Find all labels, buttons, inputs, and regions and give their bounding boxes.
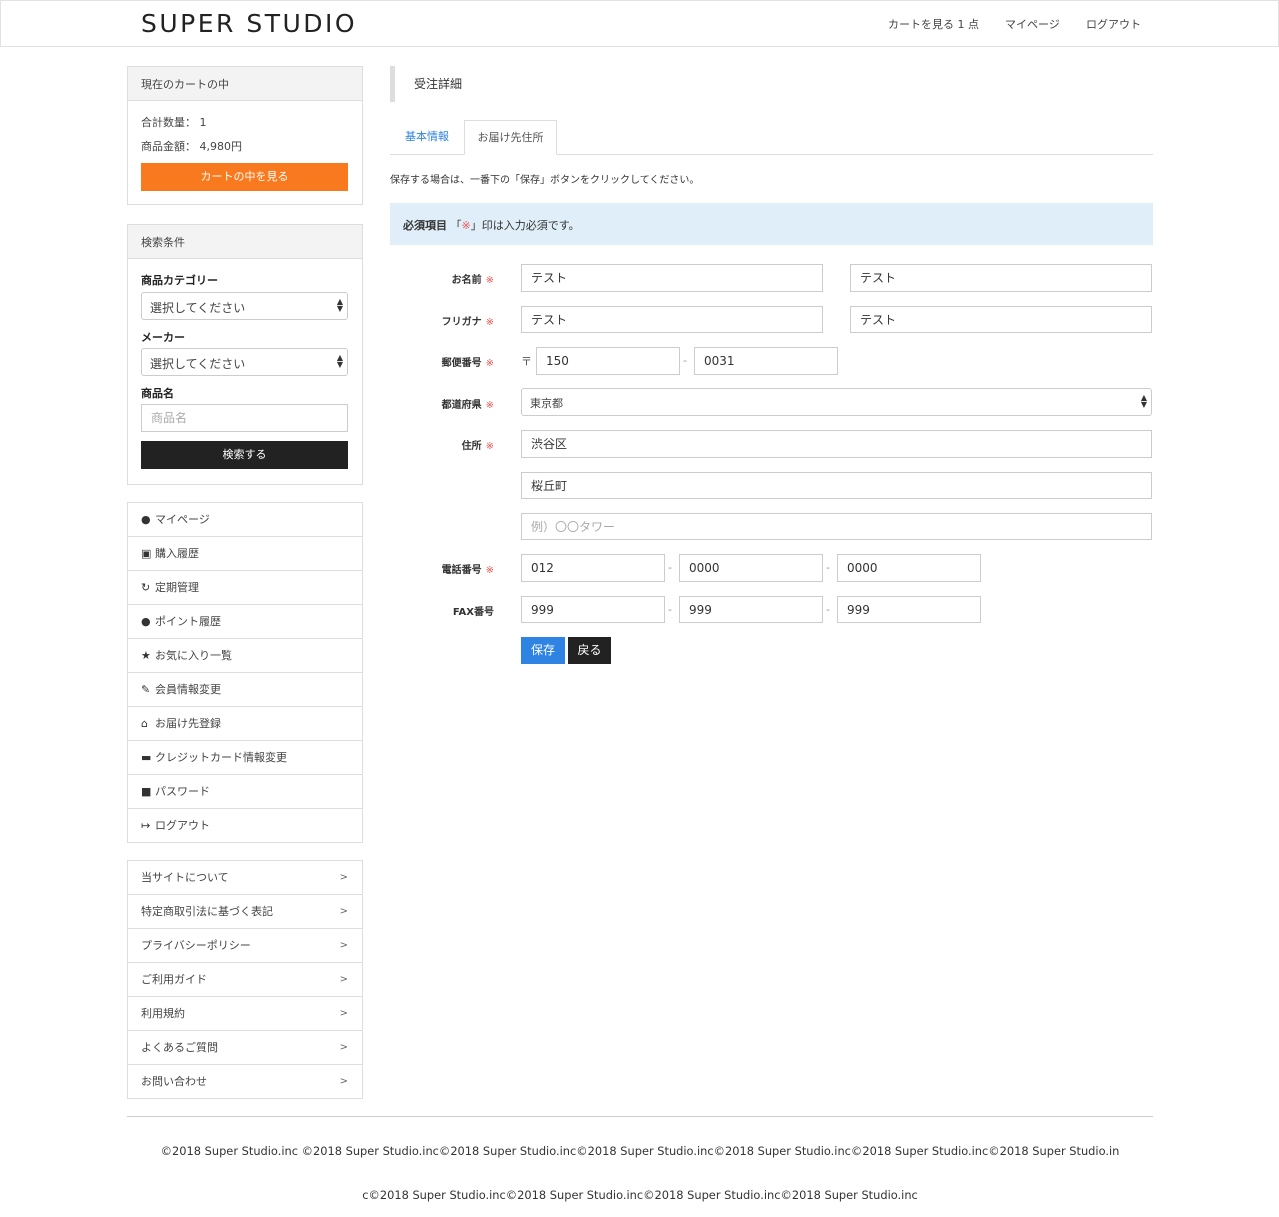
tel2-input[interactable]: 0000 (679, 554, 823, 582)
menu-item-member-info[interactable]: ✎ 会員情報変更 (128, 673, 362, 707)
required-notice: 必須項目 「※」印は入力必須です。 (390, 203, 1153, 245)
menu-item-purchase-history[interactable]: ▣ 購入履歴 (128, 537, 362, 571)
last-name-input[interactable]: テスト (521, 264, 823, 292)
footer-copyright: ©2018 Super Studio.inc ©2018 Super Studi… (160, 1144, 1120, 1202)
star-icon: ★ (141, 649, 151, 662)
first-name-input[interactable]: テスト (850, 264, 1152, 292)
menu-item-mypage[interactable]: ● マイページ (128, 503, 362, 537)
tab-basic-info[interactable]: 基本情報 (390, 120, 464, 154)
info-item-contact[interactable]: お問い合わせ > (128, 1065, 362, 1099)
zip-separator: - (683, 354, 687, 367)
tel-separator: - (826, 561, 830, 574)
menu-item-subscription[interactable]: ↻ 定期管理 (128, 571, 362, 605)
home-icon: ⌂ (141, 717, 148, 730)
search-button[interactable]: 検索する (141, 441, 348, 469)
info-item-guide[interactable]: ご利用ガイド > (128, 963, 362, 997)
cart-link[interactable]: カートを見る 1 点 (888, 16, 979, 32)
category-select[interactable]: 選択してください ▲ ▼ (141, 292, 348, 320)
chevron-right-icon: > (339, 974, 348, 985)
cart-icon: ▣ (141, 547, 152, 560)
tab-shipping-address[interactable]: お届け先住所 (464, 120, 557, 155)
member-menu: ● マイページ ▣ 購入履歴 ↻ 定期管理 ● ポイント履歴 ★ お気に入り一覧 ✎ 会員情… (127, 502, 363, 843)
tel3-input[interactable]: 0000 (837, 554, 981, 582)
address3-input[interactable]: 例）〇〇タワー (521, 513, 1152, 540)
fax-separator: - (668, 603, 672, 616)
select-arrows-icon: ▲ ▼ (336, 297, 343, 313)
select-arrows-icon: ▲ ▼ (1140, 393, 1147, 409)
menu-item-credit-card[interactable]: ▬ クレジットカード情報変更 (128, 741, 362, 775)
fax-label: FAX番号 (452, 607, 494, 618)
lock-icon: ■ (141, 785, 152, 798)
view-cart-button[interactable]: カートの中を見る (141, 163, 348, 191)
tel-separator: - (668, 561, 672, 574)
product-name-input[interactable]: 商品名 (141, 404, 348, 432)
site-logo[interactable]: SUPER STUDIO (141, 9, 357, 38)
fax1-input[interactable]: 999 (521, 596, 665, 623)
menu-item-favorites[interactable]: ★ お気に入り一覧 (128, 639, 362, 673)
chevron-right-icon: > (339, 872, 348, 883)
address-label: 住所 ※ (461, 441, 494, 452)
tel1-input[interactable]: 012 (521, 554, 665, 582)
menu-item-address[interactable]: ⌂ お届け先登録 (128, 707, 362, 741)
prefecture-select[interactable]: 東京都 ▲ ▼ (521, 388, 1152, 416)
info-menu: 当サイトについて > 特定商取引法に基づく表記 > プライバシーポリシー > ご利用ガ… (127, 860, 363, 1099)
save-button[interactable]: 保存 (521, 637, 565, 664)
fax-separator: - (826, 603, 830, 616)
chevron-right-icon: > (339, 1008, 348, 1019)
logout-icon: ↦ (141, 819, 151, 832)
tel-label: 電話番号 ※ (441, 565, 494, 576)
select-arrows-icon: ▲ ▼ (336, 353, 343, 369)
instruction-text: 保存する場合は、一番下の「保存」ボタンをクリックしてください。 (390, 175, 700, 186)
address1-input[interactable]: 渋谷区 (521, 430, 1152, 458)
cart-amount: 商品金額： 4,980円 (141, 140, 242, 153)
chevron-right-icon: > (339, 1076, 348, 1087)
zip-symbol: 〒 (521, 355, 532, 368)
footer-divider (127, 1116, 1153, 1117)
mypage-link[interactable]: マイページ (1005, 16, 1060, 32)
zip2-input[interactable]: 0031 (694, 347, 838, 375)
fax2-input[interactable]: 999 (679, 596, 823, 623)
page-title: 受注詳細 (390, 66, 1153, 102)
pencil-icon: ✎ (141, 683, 151, 696)
kana-label: フリガナ ※ (441, 317, 494, 328)
info-item-privacy[interactable]: プライバシーポリシー > (128, 929, 362, 963)
info-item-about[interactable]: 当サイトについて > (128, 861, 362, 895)
prefecture-label: 都道府県 ※ (441, 400, 494, 411)
search-box-title: 検索条件 (128, 225, 362, 259)
category-label: 商品カテゴリー (141, 274, 218, 287)
maker-label: メーカー (141, 331, 185, 344)
refresh-icon: ↻ (141, 581, 151, 594)
site-header: SUPER STUDIO カートを見る 1 点 マイページ ログアウト (0, 0, 1279, 47)
info-item-faq[interactable]: よくあるご質問 > (128, 1031, 362, 1065)
last-name-kana-input[interactable]: テスト (521, 306, 823, 333)
name-label: お名前 ※ (451, 275, 494, 286)
logout-link[interactable]: ログアウト (1086, 16, 1141, 32)
info-item-legal[interactable]: 特定商取引法に基づく表記 > (128, 895, 362, 929)
user-icon: ● (141, 513, 151, 526)
fax3-input[interactable]: 999 (837, 596, 981, 623)
menu-item-logout[interactable]: ↦ ログアウト (128, 809, 362, 843)
cart-quantity: 合計数量： 1 (141, 116, 207, 129)
product-name-label: 商品名 (141, 387, 174, 400)
chevron-right-icon: > (339, 906, 348, 917)
first-name-kana-input[interactable]: テスト (850, 306, 1152, 333)
maker-select[interactable]: 選択してください ▲ ▼ (141, 348, 348, 376)
zip1-input[interactable]: 150 (536, 347, 680, 375)
info-item-terms[interactable]: 利用規約 > (128, 997, 362, 1031)
chevron-right-icon: > (339, 940, 348, 951)
piggy-bank-icon: ● (141, 615, 151, 628)
menu-item-points[interactable]: ● ポイント履歴 (128, 605, 362, 639)
cart-box: 現在のカートの中 合計数量： 1 商品金額： 4,980円 カートの中を見る (127, 66, 363, 205)
credit-card-icon: ▬ (141, 751, 152, 764)
address2-input[interactable]: 桜丘町 (521, 472, 1152, 499)
chevron-right-icon: > (339, 1042, 348, 1053)
cart-box-title: 現在のカートの中 (128, 67, 362, 101)
back-button[interactable]: 戻る (568, 637, 611, 664)
zip-label: 郵便番号 ※ (441, 358, 494, 369)
search-box: 検索条件 商品カテゴリー 選択してください ▲ ▼ メーカー 選択してください ▲… (127, 224, 363, 485)
menu-item-password[interactable]: ■ パスワード (128, 775, 362, 809)
